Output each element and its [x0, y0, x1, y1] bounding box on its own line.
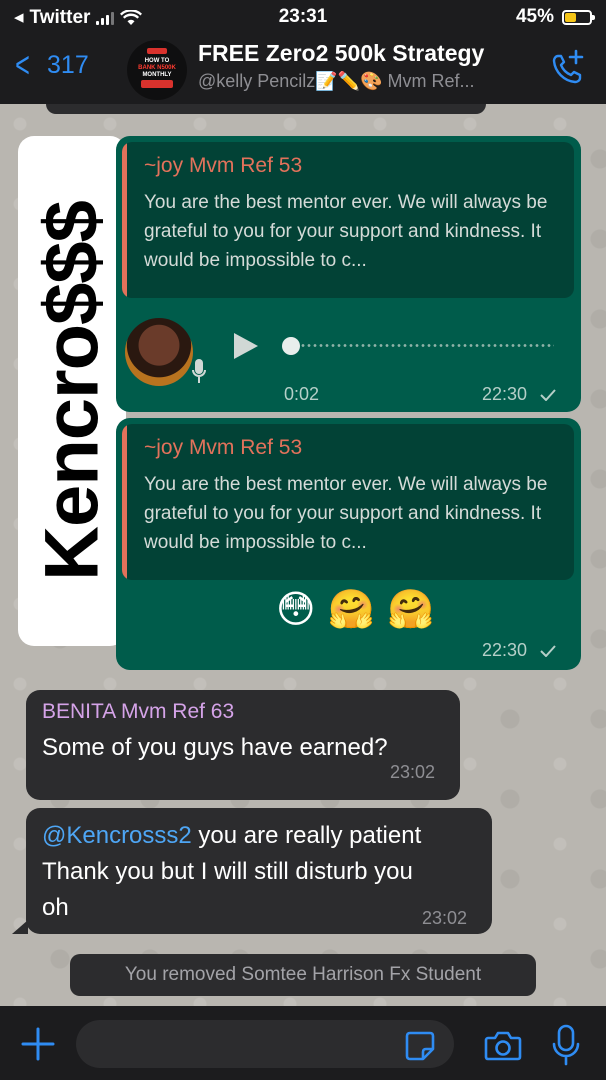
voice-scrubber[interactable]	[282, 337, 300, 355]
microphone-icon[interactable]	[552, 1024, 580, 1066]
quote-author: ~joy Mvm Ref 53	[144, 154, 303, 177]
plus-icon[interactable]	[20, 1026, 56, 1062]
avatar-badge	[141, 80, 173, 88]
incoming-message[interactable]: @Kencrosss2 you are really patient Thank…	[26, 808, 492, 934]
message-text: Some of you guys have earned?	[42, 734, 388, 761]
camera-icon[interactable]	[484, 1030, 522, 1062]
sticker-icon[interactable]	[404, 1030, 436, 1062]
message-time: 23:02	[390, 762, 436, 782]
sent-check-icon	[540, 389, 556, 401]
chat-title: FREE Zero2 500k Strategy	[198, 40, 485, 66]
input-bar	[0, 1006, 606, 1080]
message-line-2: Thank you but I will still disturb you	[42, 858, 413, 885]
microphone-small-icon	[192, 359, 206, 383]
hugging-face-emoji: 🤗	[386, 589, 435, 631]
sticker-text: Kencro$$$	[29, 201, 115, 581]
sender-name: BENITA Mvm Ref 63	[42, 700, 235, 723]
chevron-left-icon: <	[15, 44, 30, 85]
unread-count: 317	[47, 50, 89, 79]
message-time: 22:30	[482, 384, 528, 404]
mention-link[interactable]: @Kencrosss2	[42, 822, 192, 849]
message-input[interactable]	[76, 1020, 454, 1068]
quote-accent-bar	[122, 424, 127, 580]
quote-text: You are the best mentor ever. We will al…	[144, 474, 548, 553]
chat-area[interactable]: Kencro$$$ ~joy Mvm Ref 53 You are the be…	[0, 104, 606, 1006]
quote-accent-bar	[122, 142, 127, 298]
back-button[interactable]: < 317	[12, 44, 89, 85]
outgoing-voice-message[interactable]: ~joy Mvm Ref 53 You are the best mentor …	[116, 136, 581, 412]
bubble-tail	[12, 920, 28, 934]
message-text: you are really patient	[191, 822, 422, 849]
quote-author: ~joy Mvm Ref 53	[144, 436, 303, 459]
quote-text: You are the best mentor ever. We will al…	[144, 192, 548, 271]
battery-level	[565, 12, 576, 22]
previous-message-edge	[46, 104, 486, 114]
emoji-row: 😳 🤗 🤗	[276, 588, 434, 632]
voice-waveform[interactable]	[294, 344, 554, 347]
system-notice: You removed Somtee Harrison Fx Student	[70, 954, 536, 996]
play-icon[interactable]	[234, 333, 258, 359]
flushed-face-emoji: 😳	[276, 589, 316, 631]
quoted-message[interactable]: ~joy Mvm Ref 53 You are the best mentor …	[122, 424, 574, 580]
sent-check-icon	[540, 645, 556, 657]
avatar-line-3: MONTHLY	[142, 72, 172, 78]
message-time: 23:02	[422, 908, 468, 928]
sender-avatar	[125, 318, 193, 386]
battery-percent: 45%	[515, 6, 554, 27]
group-avatar[interactable]: HOW TO BANK N500K MONTHLY	[127, 40, 187, 100]
chat-subtitle: @kelly Pencilz📝✏️🎨 Mvm Ref...	[198, 71, 475, 91]
chat-title-block[interactable]: FREE Zero2 500k Strategy @kelly Pencilz📝…	[198, 40, 534, 92]
incoming-message[interactable]: BENITA Mvm Ref 63 Some of you guys have …	[26, 690, 460, 800]
message-line-1: @Kencrosss2 you are really patient	[42, 818, 421, 854]
phone-plus-icon[interactable]	[548, 48, 588, 88]
outgoing-emoji-message[interactable]: ~joy Mvm Ref 53 You are the best mentor …	[116, 418, 581, 670]
sticker-message[interactable]: Kencro$$$	[18, 136, 126, 646]
message-time: 22:30	[482, 640, 528, 660]
avatar-line-2: BANK N500K	[138, 65, 176, 71]
quoted-message[interactable]: ~joy Mvm Ref 53 You are the best mentor …	[122, 142, 574, 298]
avatar-banner	[147, 48, 167, 54]
hugging-face-emoji: 🤗	[327, 589, 375, 631]
chat-header: < 317 HOW TO BANK N500K MONTHLY FREE Zer…	[0, 34, 606, 104]
battery-icon	[562, 9, 595, 25]
status-bar: ◂ Twitter 23:31 45%	[0, 0, 606, 34]
avatar-line-1: HOW TO	[144, 58, 170, 64]
message-line-3: oh	[42, 894, 69, 921]
voice-duration: 0:02	[284, 384, 320, 404]
